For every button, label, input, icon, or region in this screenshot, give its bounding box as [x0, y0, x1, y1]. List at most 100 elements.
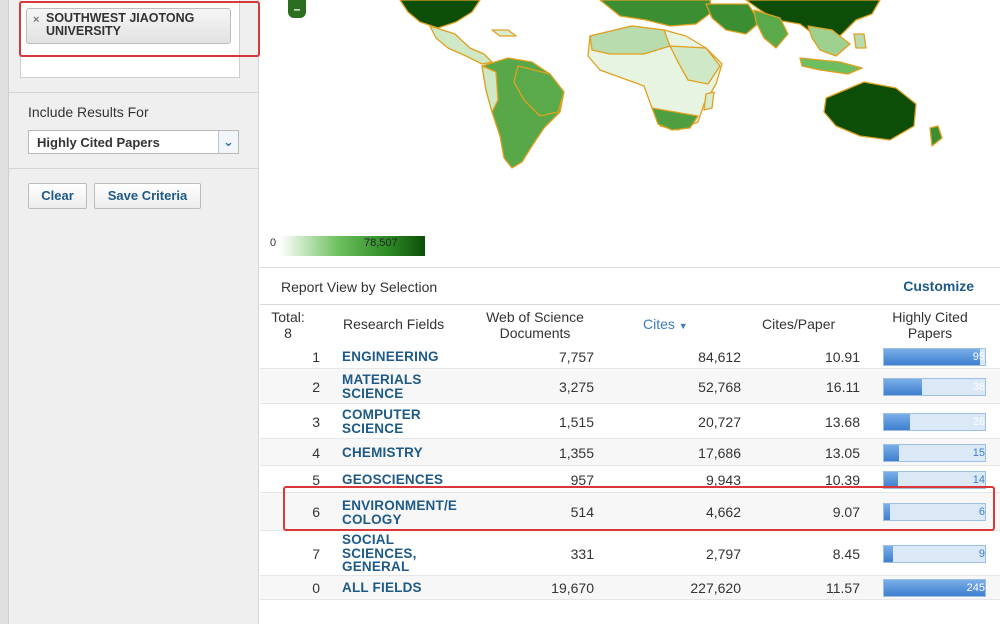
table-row: 5 GEOSCIENCES 957 9,943 10.39 14 [260, 466, 1000, 493]
table-row: 2 MATERIALS SCIENCE 3,275 52,768 16.11 38 [260, 369, 1000, 404]
map-madagascar [703, 91, 715, 111]
world-map-svg [399, 0, 943, 169]
map-middle-east [705, 3, 761, 35]
highly-cited-bar: 95 [883, 348, 986, 366]
research-field-link[interactable]: MATERIALS SCIENCE [342, 373, 430, 400]
wos-documents: 19,670 [551, 580, 594, 596]
report-header: Report View by Selection Customize [260, 267, 1000, 305]
map-central-america [429, 25, 493, 65]
highly-cited-count: 15 [972, 447, 985, 459]
wos-documents: 7,757 [558, 349, 594, 365]
table-row: 0 ALL FIELDS 19,670 227,620 11.57 245 [260, 576, 1000, 600]
cites-header[interactable]: Cites ▼ [643, 316, 688, 334]
customize-link[interactable]: Customize [903, 278, 974, 294]
cites-value: 52,768 [698, 379, 741, 395]
map-andes [481, 65, 499, 113]
cites-header-label[interactable]: Cites [643, 316, 675, 332]
highly-cited-header: Highly Cited Papers [892, 309, 968, 341]
cites-value: 20,727 [698, 414, 741, 430]
table-row: 1 ENGINEERING 7,757 84,612 10.91 95 [260, 344, 1000, 369]
map-australia [823, 81, 917, 141]
remove-icon[interactable]: × [33, 14, 39, 27]
map-north-africa [589, 25, 671, 55]
highly-cited-bar: 245 [883, 579, 986, 597]
wos-documents: 957 [570, 472, 594, 488]
map-caribbean [491, 29, 517, 37]
wos-documents: 1,355 [558, 445, 594, 461]
filter-chip-southwest-jiaotong[interactable]: × SOUTHWEST JIAOTONG UNIVERSITY [26, 8, 231, 44]
clear-button[interactable]: Clear [28, 183, 87, 209]
cites-per-paper: 9.07 [832, 504, 860, 520]
sidebar [9, 0, 259, 624]
chevron-down-icon[interactable]: ⌄ [218, 131, 238, 153]
wos-documents: 514 [570, 504, 594, 520]
sidebar-divider [9, 168, 259, 169]
map-new-zealand [929, 125, 943, 147]
row-index: 5 [312, 472, 320, 488]
cites-per-paper: 10.91 [824, 349, 860, 365]
highly-cited-bar: 26 [883, 413, 986, 431]
cites-per-paper: 13.68 [824, 414, 860, 430]
highly-cited-bar-fill [884, 546, 893, 562]
left-rail [0, 0, 9, 624]
wos-documents: 331 [570, 546, 594, 562]
select-value: Highly Cited Papers [37, 135, 160, 150]
cites-value: 227,620 [690, 580, 741, 596]
include-results-select[interactable]: Highly Cited Papers ⌄ [28, 130, 239, 154]
sidebar-divider [9, 92, 259, 93]
legend-max: 78,507 [364, 237, 398, 249]
highly-cited-count: 26 [972, 416, 985, 428]
table-row: 4 CHEMISTRY 1,355 17,686 13.05 15 [260, 439, 1000, 466]
world-map[interactable] [260, 0, 1000, 265]
row-index: 6 [312, 504, 320, 520]
map-indonesia [799, 57, 863, 75]
sort-desc-icon[interactable]: ▼ [679, 321, 688, 331]
row-index: 2 [312, 379, 320, 395]
wos-documents-header: Web of Science Documents [486, 309, 584, 341]
highly-cited-bar: 6 [883, 503, 986, 521]
highly-cited-bar: 9 [883, 545, 986, 563]
cites-value: 2,797 [705, 546, 741, 562]
highly-cited-count: 95 [972, 351, 985, 363]
research-field-link[interactable]: SOCIAL SCIENCES, GENERAL [342, 533, 432, 574]
row-index: 4 [312, 445, 320, 461]
row-index: 7 [312, 546, 320, 562]
highly-cited-count: 9 [978, 548, 985, 560]
highly-cited-bar-fill [884, 472, 898, 488]
research-field-link[interactable]: ALL FIELDS [342, 581, 464, 595]
zoom-out-button[interactable]: – [288, 0, 306, 18]
legend-min: 0 [270, 237, 277, 249]
highly-cited-bar: 14 [883, 471, 986, 489]
highly-cited-bar-fill [884, 504, 890, 520]
map-europe [599, 0, 713, 27]
research-fields-header: Research Fields [343, 316, 445, 332]
research-field-link[interactable]: ENVIRONMENT/ECOLOGY [342, 499, 464, 526]
cites-value: 17,686 [698, 445, 741, 461]
highly-cited-bar-fill [884, 414, 910, 430]
report-title: Report View by Selection [281, 279, 438, 295]
research-field-link[interactable]: CHEMISTRY [342, 446, 464, 460]
research-field-link[interactable]: COMPUTER SCIENCE [342, 408, 430, 435]
research-field-link[interactable]: ENGINEERING [342, 350, 464, 364]
table-row: 7 SOCIAL SCIENCES, GENERAL 331 2,797 8.45 9 [260, 531, 1000, 576]
highly-cited-count: 245 [966, 582, 985, 594]
row-index: 3 [312, 414, 320, 430]
cites-per-paper: 11.57 [826, 580, 860, 596]
table-row: 6 ENVIRONMENT/ECOLOGY 514 4,662 9.07 6 [260, 493, 1000, 531]
highly-cited-bar-fill [884, 349, 980, 365]
cites-value: 9,943 [705, 472, 741, 488]
research-field-link[interactable]: GEOSCIENCES [342, 473, 464, 487]
row-index: 0 [312, 580, 320, 596]
cites-per-paper: 16.11 [826, 379, 860, 395]
cites-per-paper: 10.39 [824, 472, 860, 488]
highly-cited-count: 14 [972, 474, 985, 486]
highly-cited-count: 38 [972, 381, 985, 393]
row-index: 1 [312, 349, 320, 365]
highly-cited-bar: 15 [883, 444, 986, 462]
legend-gradient [280, 236, 425, 256]
total-header: Total: 8 [271, 309, 305, 341]
filter-chip-label: SOUTHWEST JIAOTONG UNIVERSITY [46, 11, 195, 38]
include-results-label: Include Results For [28, 104, 149, 120]
save-criteria-button[interactable]: Save Criteria [94, 183, 201, 209]
cites-value: 84,612 [698, 349, 741, 365]
